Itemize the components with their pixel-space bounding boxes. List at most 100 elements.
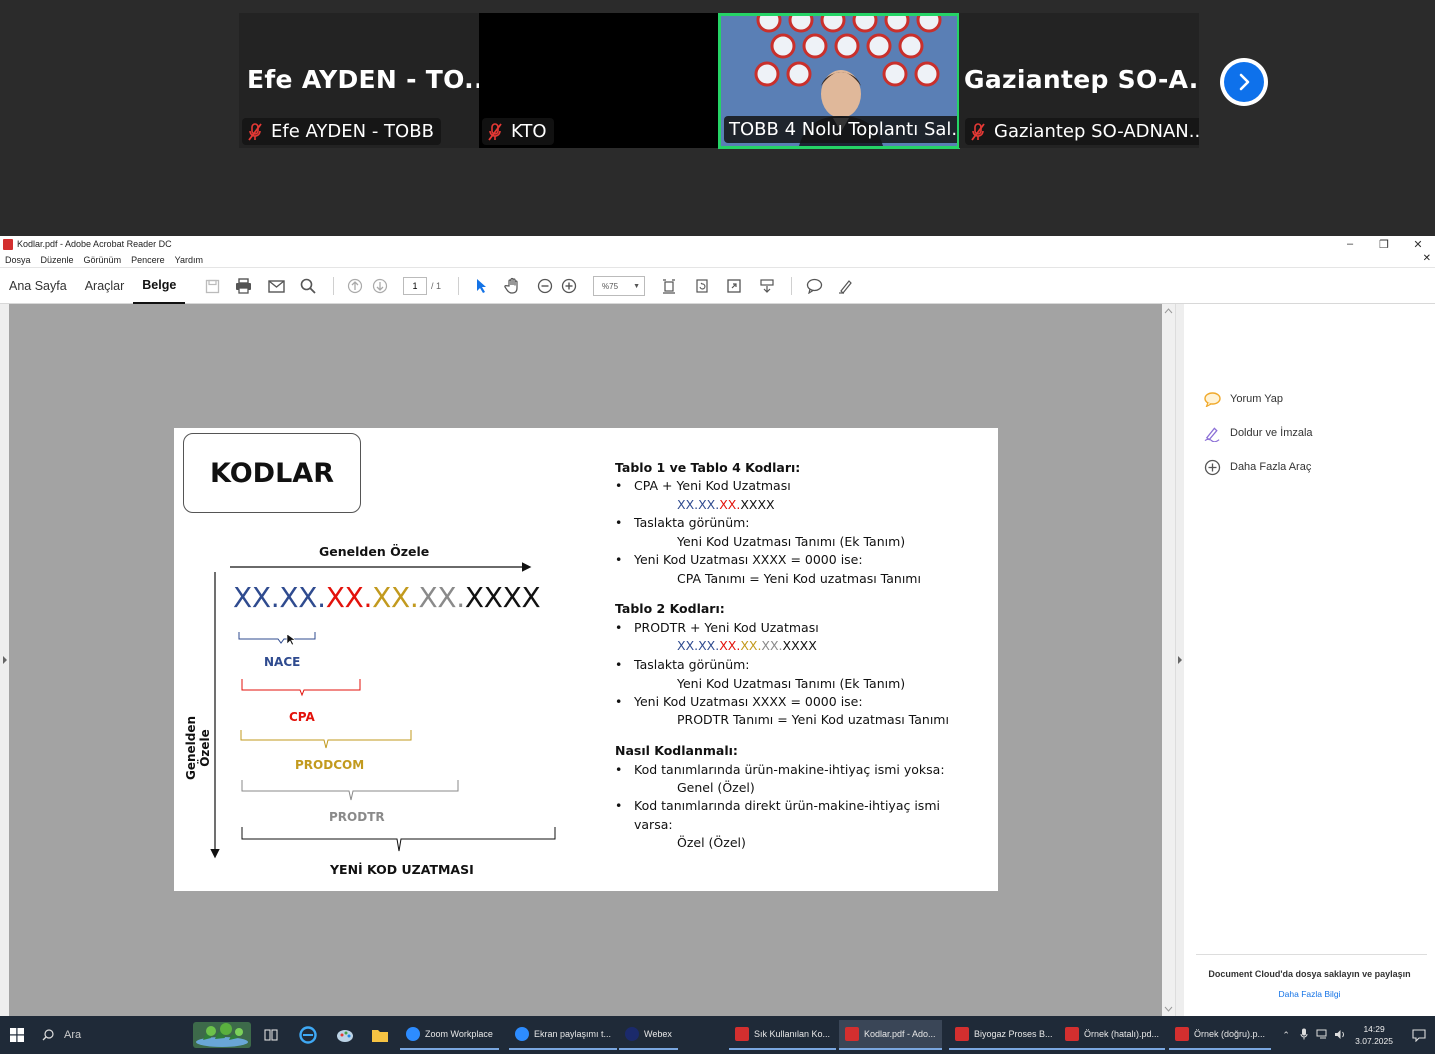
comment-icon[interactable]: [804, 276, 824, 296]
page-total: / 1: [431, 281, 442, 291]
plus-circle-icon: [1204, 459, 1221, 476]
pdf-file-icon: [3, 238, 13, 250]
code-part: XX.: [740, 638, 762, 653]
daha-fazla-arac-tool[interactable]: Daha Fazla Araç: [1204, 457, 1311, 477]
menu-yardim[interactable]: Yardım: [175, 255, 203, 265]
notifications-icon[interactable]: [1403, 1028, 1435, 1042]
taskbar-app-screen-share[interactable]: Ekran paylaşımı t...: [509, 1020, 618, 1050]
close-window-button[interactable]: ✕: [1401, 236, 1435, 252]
tool-label: Daha Fazla Araç: [1230, 461, 1312, 473]
taskbar-app-pdf-sik-kullanilan[interactable]: Sık Kullanılan Ko...: [729, 1020, 837, 1050]
task-view-icon: [264, 1029, 278, 1041]
search-icon[interactable]: [298, 276, 318, 296]
system-tray: ⌃ 14:29 3.07.2025: [1277, 1016, 1435, 1054]
tool-label: Yorum Yap: [1230, 393, 1284, 405]
section1-bullet3: Yeni Kod Uzatması XXXX = 0000 ise:: [634, 552, 863, 567]
participant-label: Efe AYDEN - TOBB: [242, 118, 441, 145]
rotate-page-icon[interactable]: [692, 276, 712, 296]
next-page-icon[interactable]: [370, 276, 390, 296]
menu-gorunum[interactable]: Görünüm: [84, 255, 122, 265]
nace-bracket: [238, 632, 316, 644]
microphone-icon[interactable]: [1295, 1028, 1313, 1042]
task-view-button[interactable]: [258, 1020, 284, 1050]
participant-tile-kto[interactable]: KTO: [479, 13, 719, 148]
close-document-icon[interactable]: ✕: [1423, 253, 1431, 264]
windows-logo-icon: [10, 1028, 24, 1042]
file-explorer-button[interactable]: [365, 1020, 395, 1050]
taskbar-search[interactable]: Ara: [34, 1021, 184, 1049]
taskbar-app-pdf-biyogaz[interactable]: Biyogaz Proses B...: [949, 1020, 1059, 1050]
participant-name-large: Gaziantep SO-A...: [964, 65, 1199, 94]
code-part: XX.XX.: [677, 497, 720, 512]
save-icon[interactable]: [202, 276, 222, 296]
yorum-yap-tool[interactable]: Yorum Yap: [1204, 389, 1283, 409]
full-code-pattern: XX.XX.XX.XX.XX.XXXX: [233, 581, 541, 614]
vertical-scrollbar[interactable]: [1162, 304, 1175, 1016]
restore-button[interactable]: ❐: [1367, 236, 1401, 252]
taskbar-app-zoom-workplace[interactable]: Zoom Workplace: [400, 1020, 499, 1050]
zoom-icon: [515, 1027, 529, 1041]
network-icon[interactable]: [1313, 1029, 1331, 1042]
zoom-in-icon[interactable]: [559, 276, 579, 296]
zoom-out-icon[interactable]: [535, 276, 555, 296]
code-part-cpa: XX.: [325, 581, 373, 614]
chevron-up-icon[interactable]: ⌃: [1277, 1030, 1295, 1041]
bullet: •: [615, 798, 623, 813]
participant-tile-tobb-active-speaker[interactable]: TOBB 4 Nolu Toplantı Sal...: [718, 13, 960, 149]
pdf-file-icon: [1065, 1027, 1079, 1041]
menu-pencere[interactable]: Pencere: [131, 255, 165, 265]
bullet: •: [615, 762, 623, 777]
sign-pen-icon: [1204, 425, 1221, 442]
participant-tile-efe[interactable]: Efe AYDEN - TO... Efe AYDEN - TOBB: [239, 13, 479, 148]
hand-tool-icon[interactable]: [503, 276, 523, 296]
bullet: •: [615, 620, 623, 635]
code-part-prodcom: XX.: [372, 581, 419, 614]
scroll-mode-icon[interactable]: [757, 276, 777, 296]
participant-tile-gaziantep[interactable]: Gaziantep SO-A... Gaziantep SO-ADNAN...: [959, 13, 1199, 148]
top-arrow-label: Genelden Özele: [319, 544, 430, 559]
menu-dosya[interactable]: Dosya: [5, 255, 31, 265]
mic-muted-icon: [970, 122, 986, 142]
highlight-pen-icon[interactable]: [836, 276, 856, 296]
right-panel-toggle[interactable]: [1175, 304, 1184, 1016]
volume-icon[interactable]: [1331, 1029, 1349, 1042]
tab-belge[interactable]: Belge: [133, 268, 186, 304]
participant-label: Gaziantep SO-ADNAN...: [965, 118, 1199, 145]
start-button[interactable]: [0, 1021, 34, 1049]
page-fit-icon[interactable]: [659, 276, 679, 296]
full-screen-icon[interactable]: [724, 276, 744, 296]
taskbar-app-pdf-ornek-hatali[interactable]: Örnek (hatalı).pd...: [1059, 1020, 1166, 1050]
palette-icon: [337, 1030, 353, 1042]
taskbar-app-pdf-ornek-dogru[interactable]: Örnek (doğru).p...: [1169, 1020, 1272, 1050]
app-label: Zoom Workplace: [425, 1029, 493, 1039]
bullet: •: [615, 694, 623, 709]
code-part-nace-1: XX.: [233, 581, 280, 614]
participant-label-text: TOBB 4 Nolu Toplantı Sal...: [729, 119, 960, 140]
zoom-level-select[interactable]: %75 ▼: [593, 276, 645, 296]
page-number-input[interactable]: [403, 277, 427, 295]
left-panel-toggle[interactable]: [0, 304, 9, 1016]
system-clock[interactable]: 14:29 3.07.2025: [1355, 1023, 1393, 1047]
window-titlebar: Kodlar.pdf - Adobe Acrobat Reader DC – ❐…: [0, 236, 1435, 252]
paint-app-button[interactable]: [330, 1020, 360, 1050]
print-icon[interactable]: [233, 276, 253, 296]
nace-label: NACE: [264, 655, 301, 669]
toolbar-divider: [333, 277, 334, 295]
doldur-imzala-tool[interactable]: Doldur ve İmzala: [1204, 423, 1313, 443]
code-part: XX.: [761, 638, 783, 653]
tab-araclar[interactable]: Araçlar: [76, 268, 134, 304]
previous-page-icon[interactable]: [345, 276, 365, 296]
menu-duzenle[interactable]: Düzenle: [41, 255, 74, 265]
tool-label: Doldur ve İmzala: [1230, 427, 1313, 439]
taskbar-app-pdf-kodlar[interactable]: Kodlar.pdf - Ado...: [839, 1020, 942, 1050]
email-icon[interactable]: [266, 276, 286, 296]
minimize-button[interactable]: –: [1333, 236, 1367, 252]
taskbar-app-webex[interactable]: Webex: [619, 1020, 678, 1050]
next-participants-button[interactable]: [1220, 58, 1268, 106]
search-highlight-image[interactable]: [193, 1022, 251, 1048]
edge-browser-button[interactable]: [293, 1020, 323, 1050]
select-cursor-icon[interactable]: [471, 276, 491, 296]
tab-ana-sayfa[interactable]: Ana Sayfa: [0, 268, 76, 304]
more-info-link[interactable]: Daha Fazla Bilgi: [1184, 989, 1435, 999]
pdf-file-icon: [845, 1027, 859, 1041]
